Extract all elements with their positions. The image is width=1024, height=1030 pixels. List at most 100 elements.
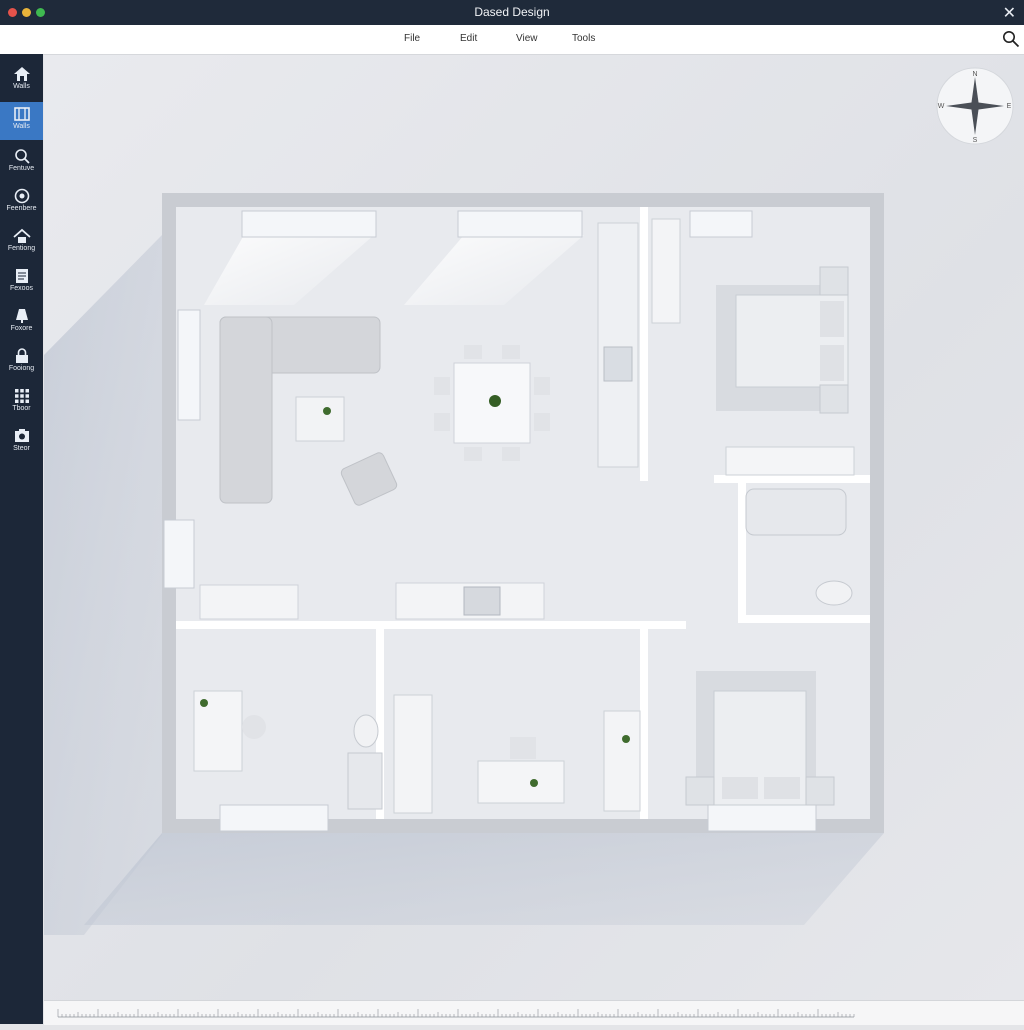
dining-chair[interactable]: [434, 413, 450, 431]
dining-chair[interactable]: [534, 377, 550, 395]
wall-icon: [13, 107, 30, 121]
coffee-table[interactable]: [295, 396, 345, 442]
tool-walls-active[interactable]: Walls: [0, 102, 43, 140]
window: [241, 210, 377, 238]
wall: [640, 207, 648, 481]
grid-icon: [14, 389, 29, 403]
tool-walls[interactable]: Walls: [0, 62, 43, 96]
cabinet[interactable]: [393, 694, 433, 814]
compass-n: N: [972, 71, 977, 78]
tool-docs[interactable]: Fexoos: [0, 264, 43, 298]
menu-tools[interactable]: Tools: [572, 33, 632, 44]
dining-chair[interactable]: [534, 413, 550, 431]
pillow: [820, 345, 844, 381]
wall: [714, 475, 870, 483]
nightstand[interactable]: [819, 384, 849, 414]
tool-roofing[interactable]: Fentiong: [0, 224, 43, 258]
nightstand[interactable]: [685, 776, 715, 806]
search-icon[interactable]: [1002, 30, 1020, 48]
menu-view[interactable]: View: [516, 33, 572, 44]
dining-chair[interactable]: [464, 447, 482, 461]
dining-chair[interactable]: [502, 447, 520, 461]
camera-icon: [14, 429, 29, 442]
vanity[interactable]: [725, 446, 855, 476]
tool-fixtures[interactable]: Feenbere: [0, 184, 43, 218]
tool-label: Fentiong: [7, 245, 36, 252]
tool-lighting[interactable]: Foxore: [0, 304, 43, 338]
design-canvas[interactable]: N S E W: [44, 55, 1024, 1000]
plant: [622, 735, 630, 743]
tool-label: Fexoos: [10, 285, 33, 292]
tool-locking[interactable]: Fooiong: [0, 344, 43, 378]
nightstand[interactable]: [819, 266, 849, 296]
toilet[interactable]: [353, 714, 379, 748]
menu-edit[interactable]: Edit: [460, 33, 516, 44]
pillow: [764, 777, 800, 799]
kitchen-island[interactable]: [199, 584, 299, 620]
window: [707, 804, 817, 832]
pillow: [722, 777, 758, 799]
bathtub[interactable]: [745, 488, 847, 536]
cabinet[interactable]: [603, 710, 641, 812]
window: [177, 309, 201, 421]
sink[interactable]: [603, 346, 633, 382]
compass-s: S: [973, 137, 978, 144]
window: [689, 210, 753, 238]
desk[interactable]: [477, 760, 565, 804]
menu-file[interactable]: File: [404, 33, 460, 44]
wardrobe[interactable]: [651, 218, 681, 324]
building-shadow-bottom: [84, 833, 884, 925]
wall: [738, 483, 746, 623]
roof-icon: [12, 228, 31, 243]
wall: [176, 621, 686, 629]
compass-w: W: [938, 103, 945, 110]
title-bar: Dased Design ✕: [0, 0, 1024, 25]
tool-label: Fentuve: [8, 165, 35, 172]
dining-chair[interactable]: [434, 377, 450, 395]
office-chair[interactable]: [242, 715, 266, 739]
floor-plan[interactable]: [44, 55, 1024, 1000]
menu-bar: File Edit View Tools: [0, 25, 1024, 55]
toilet[interactable]: [815, 580, 853, 606]
wall: [738, 615, 870, 623]
cooktop[interactable]: [463, 586, 501, 616]
window: [457, 210, 583, 238]
tool-label: Walls: [13, 83, 30, 90]
sofa[interactable]: [219, 316, 273, 504]
window-title: Dased Design: [474, 5, 550, 19]
target-icon: [14, 188, 29, 204]
ruler[interactable]: [44, 1000, 1024, 1025]
bathtub-small[interactable]: [347, 752, 383, 810]
tool-label: Foxore: [10, 325, 33, 332]
tool-sidebar: Walls Walls Fentuve Feenbere Fentiong Fe…: [0, 54, 43, 1024]
tool-label: Feenbere: [6, 205, 37, 212]
dining-chair[interactable]: [464, 345, 482, 359]
plant: [489, 395, 501, 407]
tool-label: Walls: [13, 123, 30, 130]
compass-e: E: [1007, 103, 1012, 110]
plant: [323, 407, 331, 415]
magnifier-icon: [14, 149, 30, 164]
window: [219, 804, 329, 832]
window: [163, 519, 195, 589]
wall: [640, 621, 648, 819]
document-icon: [15, 269, 28, 283]
ruler-ticks: [57, 1009, 855, 1018]
building-shadow: [44, 235, 162, 935]
close-icon[interactable]: ✕: [1003, 3, 1016, 23]
dining-chair[interactable]: [502, 345, 520, 359]
tool-floor[interactable]: Tboor: [0, 384, 43, 418]
lamp-icon: [15, 309, 28, 323]
lock-icon: [15, 348, 28, 363]
compass-icon[interactable]: N S E W: [936, 67, 1014, 145]
tool-label: Fooiong: [8, 365, 35, 372]
plant: [530, 779, 538, 787]
nightstand[interactable]: [805, 776, 835, 806]
tool-furniture[interactable]: Fentuve: [0, 144, 43, 178]
chair[interactable]: [510, 737, 536, 759]
tool-label: Steor: [13, 445, 30, 452]
kitchen-counter[interactable]: [597, 222, 639, 468]
tool-stair[interactable]: Steor: [0, 424, 43, 458]
pillow: [820, 301, 844, 337]
house-icon: [13, 67, 30, 81]
